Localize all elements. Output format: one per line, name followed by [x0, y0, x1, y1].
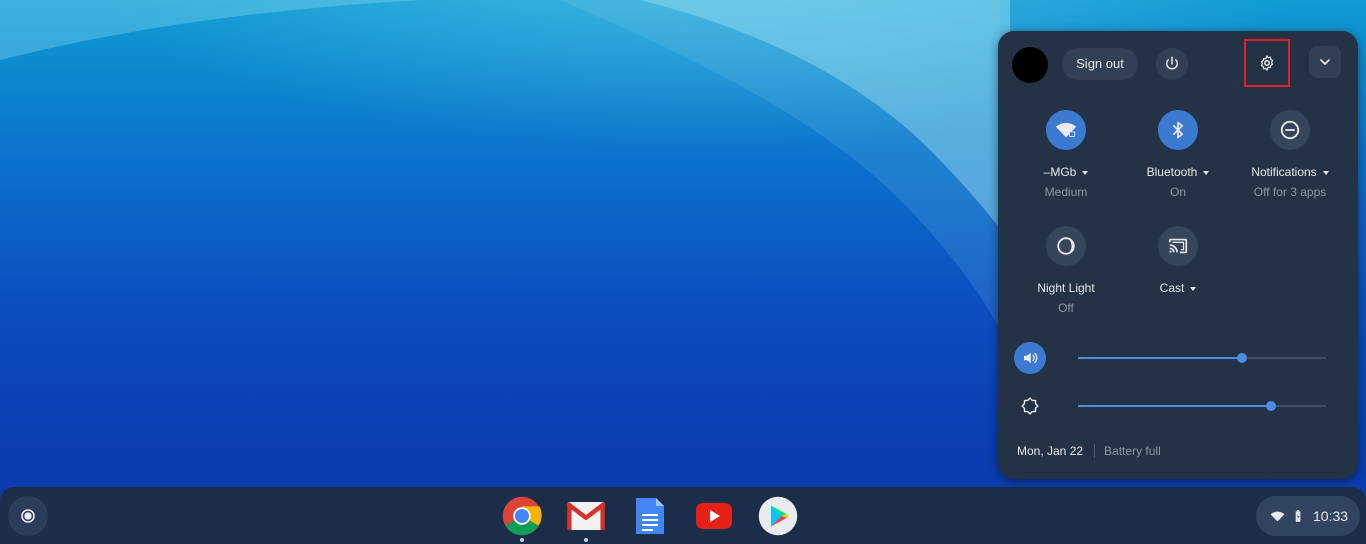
- youtube-icon: [696, 503, 732, 529]
- notifications-toggle[interactable]: [1270, 110, 1310, 150]
- cast-label[interactable]: Cast: [1123, 281, 1233, 295]
- notifications-label[interactable]: Notifications: [1235, 165, 1345, 179]
- wifi-status-icon: [1270, 511, 1285, 521]
- night-light-label: Night Light: [1037, 281, 1095, 295]
- youtube-app[interactable]: [693, 495, 735, 537]
- date-label[interactable]: Mon, Jan 22: [1017, 444, 1083, 458]
- play-store-icon: [758, 496, 798, 536]
- brightness-button[interactable]: [1014, 390, 1046, 422]
- volume-slider[interactable]: [1078, 353, 1326, 363]
- cast-toggle[interactable]: [1158, 226, 1198, 266]
- brightness-slider-fill: [1078, 405, 1272, 407]
- app-running-indicator: [520, 538, 524, 542]
- play-store-app[interactable]: [757, 495, 799, 537]
- avatar[interactable]: [1012, 47, 1048, 83]
- wifi-icon: [1055, 122, 1077, 138]
- bluetooth-toggle[interactable]: [1158, 110, 1198, 150]
- notifications-feature[interactable]: Notifications Off for 3 apps: [1235, 110, 1345, 199]
- sign-out-button[interactable]: Sign out: [1062, 48, 1138, 80]
- battery-status: Battery full: [1104, 444, 1161, 458]
- gmail-app[interactable]: [565, 495, 607, 542]
- night-light-toggle[interactable]: [1046, 226, 1086, 266]
- app-running-indicator: [584, 538, 588, 542]
- caret-down-icon: [1082, 170, 1089, 175]
- battery-icon: [1295, 510, 1301, 522]
- footer-divider: [1094, 444, 1096, 458]
- caret-down-icon: [1203, 170, 1210, 175]
- chrome-app[interactable]: [501, 495, 543, 542]
- night-light-feature[interactable]: Night Light Off: [1011, 226, 1121, 315]
- bluetooth-label[interactable]: Bluetooth: [1123, 165, 1233, 179]
- brightness-icon: [1021, 397, 1039, 415]
- gmail-icon: [566, 502, 606, 530]
- volume-slider-fill: [1078, 357, 1242, 359]
- shelf: 10:33: [0, 487, 1366, 544]
- docs-icon: [636, 498, 664, 534]
- brightness-slider[interactable]: [1078, 401, 1326, 411]
- docs-app[interactable]: [629, 495, 671, 537]
- notifications-status: Off for 3 apps: [1253, 185, 1327, 199]
- clock: 10:33: [1313, 508, 1349, 524]
- caret-down-icon: [1190, 286, 1197, 291]
- chevron-down-icon: [1320, 59, 1330, 65]
- network-status: Medium: [1044, 185, 1088, 199]
- brightness-slider-thumb[interactable]: [1266, 401, 1277, 411]
- status-area-button[interactable]: 10:33: [1256, 496, 1360, 536]
- chrome-icon: [502, 496, 542, 536]
- launcher-icon: [21, 509, 35, 523]
- night-light-icon: [1057, 237, 1075, 255]
- caret-down-icon: [1322, 170, 1329, 175]
- network-feature[interactable]: –MGb Medium: [1011, 110, 1121, 199]
- bluetooth-status: On: [1169, 185, 1186, 199]
- network-toggle[interactable]: [1046, 110, 1086, 150]
- tray-footer: Mon, Jan 22 Battery full: [1017, 444, 1161, 458]
- cast-icon: [1168, 238, 1188, 254]
- power-icon: [1166, 56, 1178, 70]
- volume-button[interactable]: [1014, 342, 1046, 374]
- system-tray-panel: Sign out –MGb Medium Bluetooth On Notifi…: [998, 31, 1358, 479]
- night-light-status: Off: [1058, 301, 1074, 315]
- launcher-button[interactable]: [8, 496, 48, 536]
- bluetooth-feature[interactable]: Bluetooth On: [1123, 110, 1233, 199]
- volume-slider-thumb[interactable]: [1236, 353, 1247, 363]
- gear-icon: [1260, 55, 1274, 71]
- network-label[interactable]: –MGb: [1011, 165, 1121, 179]
- volume-icon: [1024, 352, 1038, 364]
- bluetooth-icon: [1173, 121, 1183, 139]
- collapse-button[interactable]: [1309, 46, 1341, 78]
- power-button[interactable]: [1156, 48, 1188, 80]
- do-not-disturb-icon: [1280, 120, 1300, 140]
- cast-feature[interactable]: Cast: [1123, 226, 1233, 295]
- settings-button[interactable]: [1244, 39, 1290, 87]
